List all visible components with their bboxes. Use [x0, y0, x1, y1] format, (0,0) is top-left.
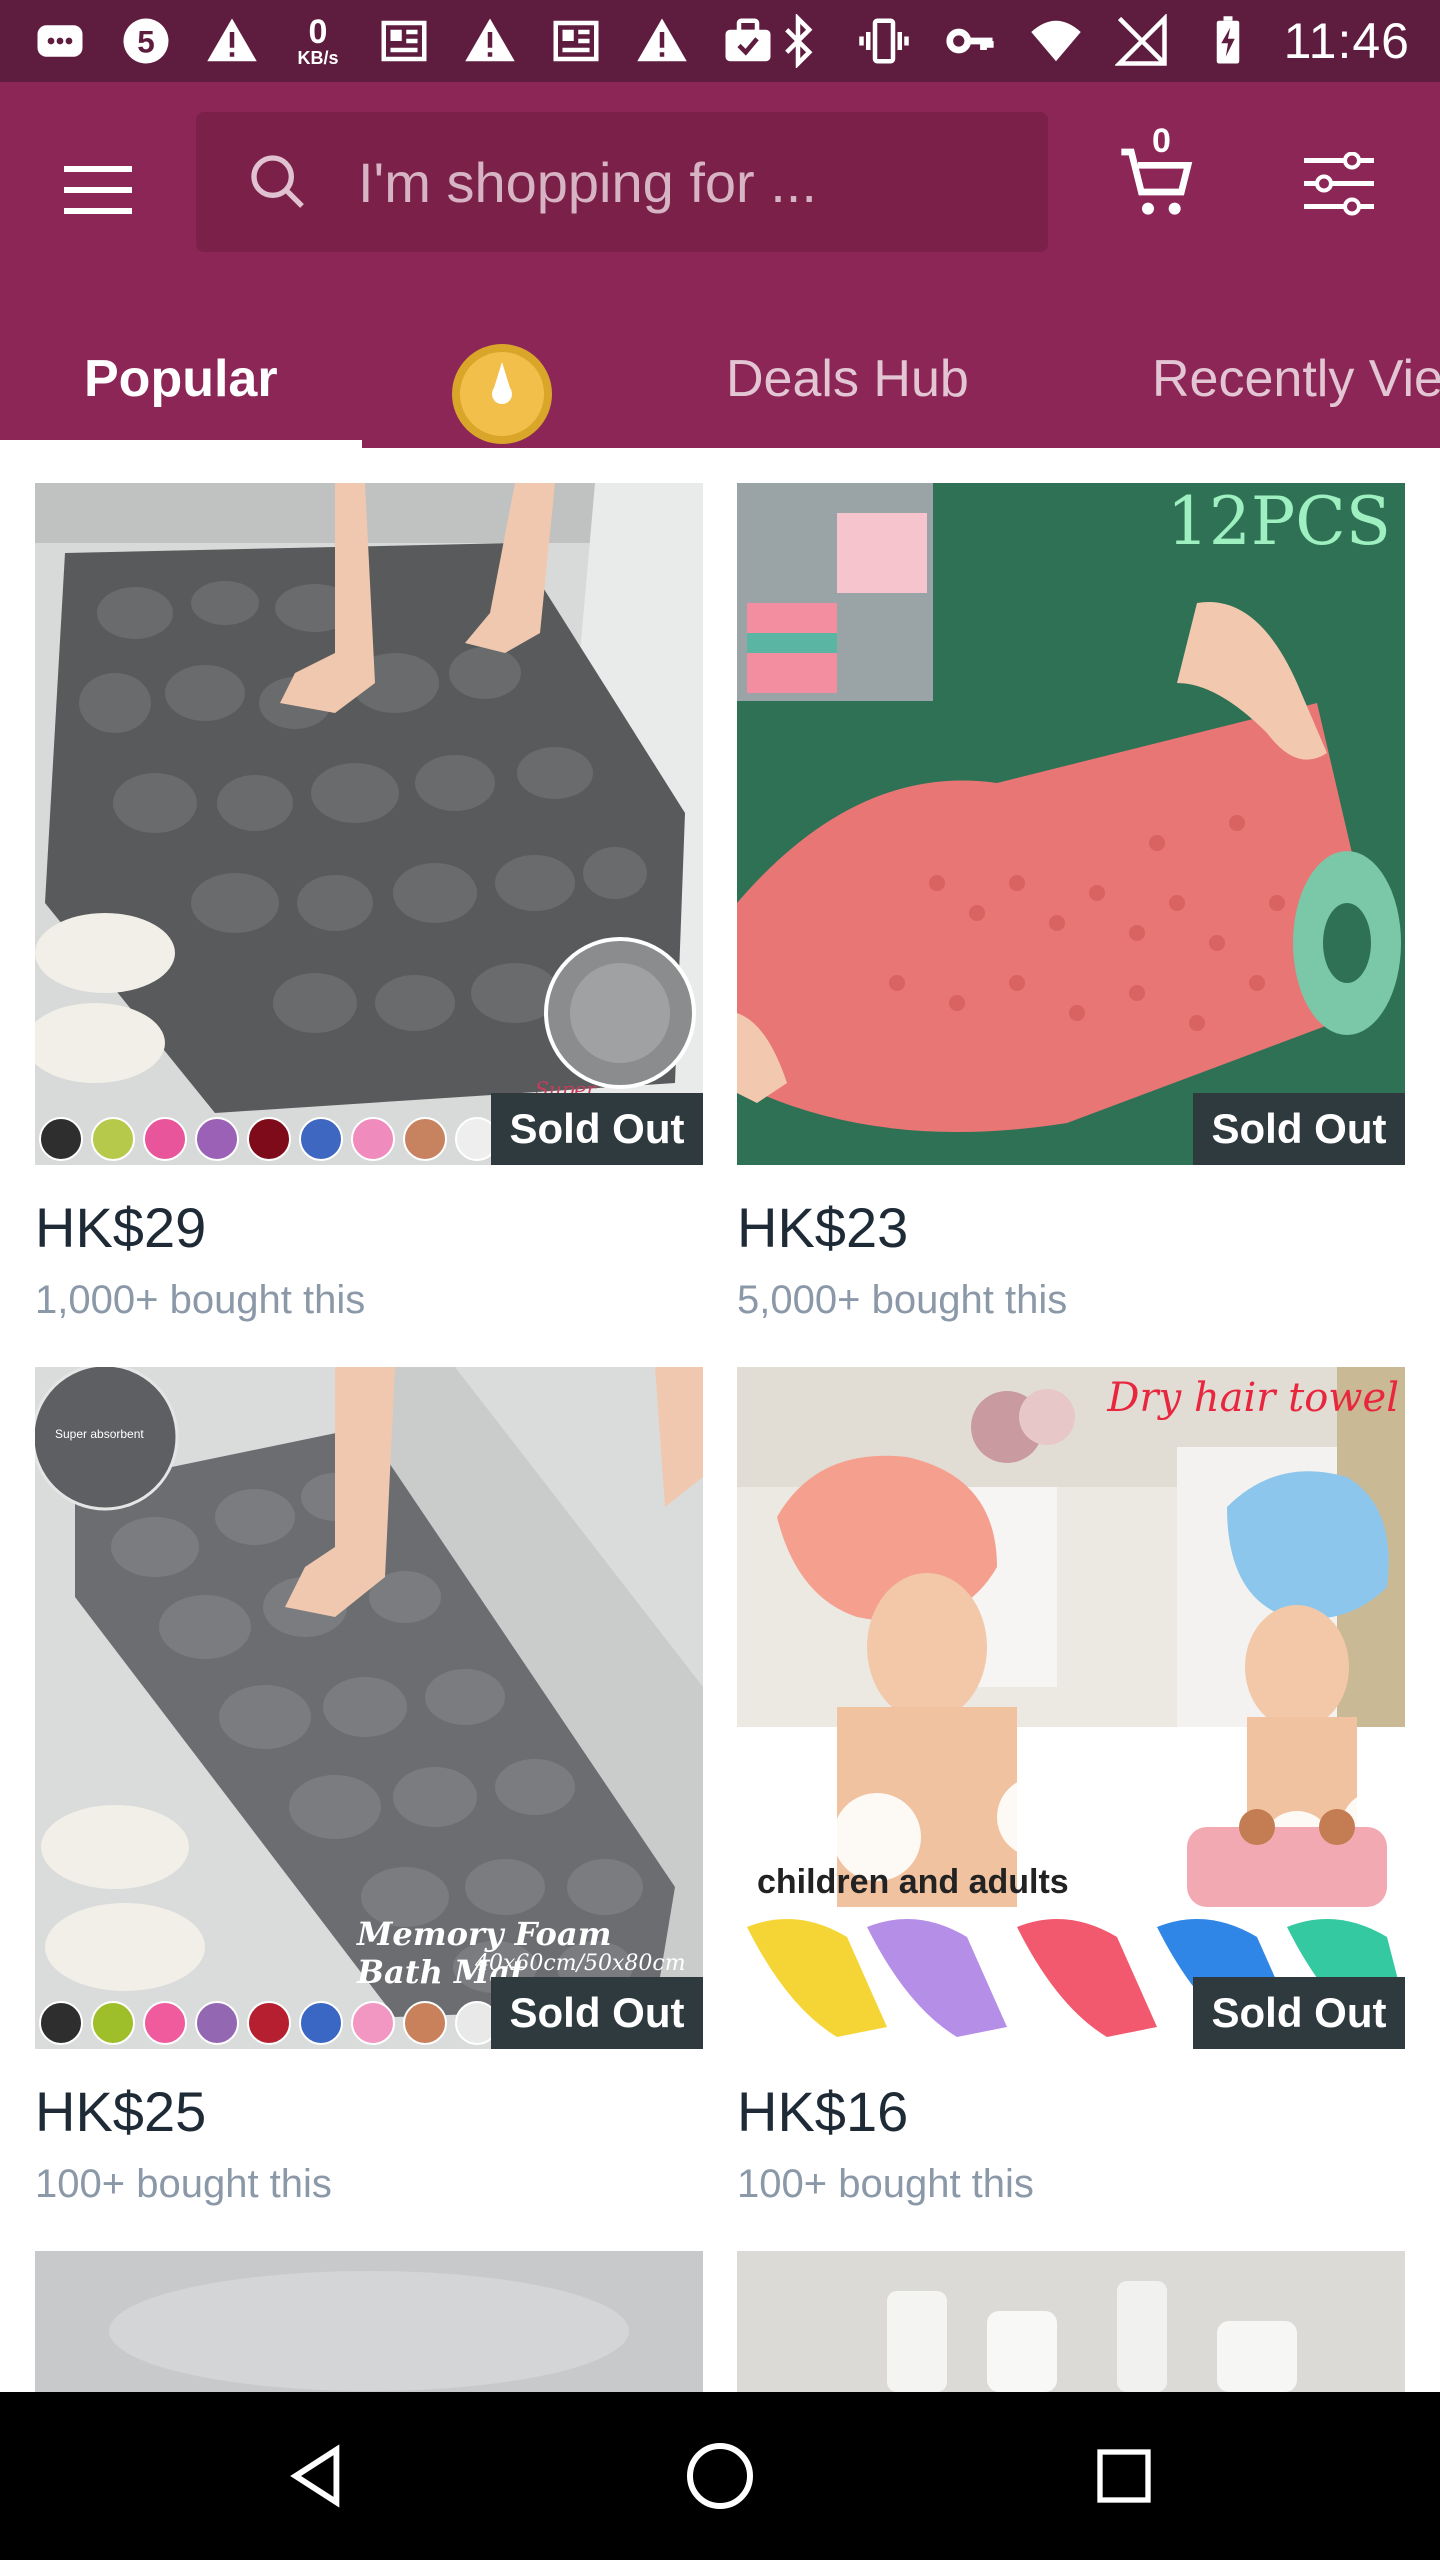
recents-button[interactable] — [1074, 2426, 1174, 2526]
color-swatch — [39, 1117, 83, 1161]
bought-count: 100+ bought this — [737, 2162, 1034, 2206]
color-swatch — [195, 1117, 239, 1161]
news-icon — [374, 12, 434, 70]
color-swatches — [39, 2001, 499, 2045]
product-price: HK$16 — [737, 2080, 909, 2143]
color-swatch — [143, 2001, 187, 2045]
vpn-key-icon — [940, 12, 1000, 70]
product-card[interactable] — [35, 2251, 703, 2392]
tab-deals-hub[interactable]: Deals Hub — [726, 310, 969, 448]
product-card[interactable]: 12PCS Sold Out HK$23 5,000+ bought this — [737, 483, 1405, 1323]
color-swatch — [351, 2001, 395, 2045]
sold-out-badge: Sold Out — [491, 1977, 703, 2049]
product-card[interactable]: Dry hair towel children and adults Sold … — [737, 1367, 1405, 2207]
network-speed-value: 0 — [308, 13, 328, 51]
coin-icon — [452, 344, 552, 444]
system-nav-bar — [0, 2392, 1440, 2560]
color-swatch — [247, 1117, 291, 1161]
search-input[interactable] — [358, 142, 1018, 222]
product-card[interactable] — [737, 2251, 1405, 2392]
image-subcaption: children and adults — [757, 1863, 1069, 1901]
color-swatch — [91, 2001, 135, 2045]
image-caption: Dry hair towel — [1107, 1375, 1399, 1421]
product-price: HK$25 — [35, 2080, 207, 2143]
product-image[interactable] — [35, 2251, 703, 2392]
image-caption: 12PCS — [1166, 483, 1391, 560]
product-image[interactable]: Super absorbent Sold Out — [35, 483, 703, 1165]
bath-mat-image — [35, 483, 703, 1165]
image-subcaption: 40x60cm/50x80cm — [475, 1951, 686, 1976]
warning-icon — [202, 12, 262, 70]
home-circle-icon — [687, 2443, 753, 2509]
color-swatch — [299, 2001, 343, 2045]
color-swatch — [351, 1117, 395, 1161]
color-swatches — [39, 1117, 499, 1161]
product-grid: Super absorbent Sold Out HK$29 1,000+ bo… — [0, 448, 1440, 2392]
product-price: HK$23 — [737, 1196, 909, 1259]
image-corner-caption: Super absorbent — [55, 1427, 144, 1441]
hair-towel-image — [737, 1367, 1405, 2049]
color-swatch — [403, 1117, 447, 1161]
warning-icon — [460, 12, 520, 70]
product-image[interactable]: Dry hair towel children and adults Sold … — [737, 1367, 1405, 2049]
color-swatch — [39, 2001, 83, 2045]
status-bar: 5 0 KB/s 11:46 — [0, 0, 1440, 82]
daily-coin-tab[interactable] — [450, 342, 554, 446]
network-speed-unit: KB/s — [297, 48, 339, 68]
cart-count-badge: 0 — [1152, 122, 1171, 160]
towel-roll-image — [737, 483, 1405, 1165]
back-button[interactable] — [266, 2426, 366, 2526]
product-thumbnail-image — [737, 2251, 1405, 2392]
no-signal-icon — [1112, 12, 1172, 70]
clock: 11:46 — [1283, 13, 1410, 69]
home-button[interactable] — [670, 2426, 770, 2526]
search-icon — [251, 155, 304, 208]
color-swatch — [143, 1117, 187, 1161]
color-swatch — [195, 2001, 239, 2045]
product-price: HK$29 — [35, 1196, 207, 1259]
cart-button[interactable]: 0 — [1108, 122, 1214, 234]
product-image[interactable] — [737, 2251, 1405, 2392]
product-card[interactable]: Super absorbent Memory Foam Bath Mat 40x… — [35, 1367, 703, 2207]
color-swatch — [403, 2001, 447, 2045]
product-card[interactable]: Super absorbent Sold Out HK$29 1,000+ bo… — [35, 483, 703, 1323]
tab-popular[interactable]: Popular — [84, 310, 278, 448]
recents-square-icon — [1097, 2449, 1151, 2503]
bluetooth-icon — [768, 12, 828, 70]
network-speed: 0 KB/s — [288, 12, 348, 70]
filter-button[interactable] — [1290, 138, 1390, 234]
back-triangle-icon — [290, 2444, 340, 2508]
product-image[interactable]: 12PCS Sold Out — [737, 483, 1405, 1165]
app-5-icon: 5 — [116, 12, 176, 70]
category-tabs: Popular Deals Hub Recently Vie — [0, 310, 1440, 448]
messages-icon — [30, 12, 90, 70]
sliders-icon — [1304, 152, 1374, 216]
sold-out-badge: Sold Out — [1193, 1977, 1405, 2049]
sold-out-badge: Sold Out — [1193, 1093, 1405, 1165]
warning-icon — [632, 12, 692, 70]
tab-recently-viewed[interactable]: Recently Vie — [1152, 310, 1440, 448]
svg-text:5: 5 — [137, 23, 155, 59]
search-bar[interactable] — [196, 112, 1048, 252]
color-swatch — [299, 1117, 343, 1161]
vibrate-icon — [854, 12, 914, 70]
sold-out-badge: Sold Out — [491, 1093, 703, 1165]
battery-charging-icon — [1198, 12, 1258, 70]
product-image[interactable]: Super absorbent Memory Foam Bath Mat 40x… — [35, 1367, 703, 2049]
menu-button[interactable] — [50, 142, 146, 238]
hamburger-icon — [64, 166, 132, 214]
color-swatch — [247, 2001, 291, 2045]
color-swatch — [91, 1117, 135, 1161]
news-icon — [546, 12, 606, 70]
app-header: 0 Popular Deals Hub Recently Vie — [0, 82, 1440, 448]
bought-count: 100+ bought this — [35, 2162, 332, 2206]
bought-count: 1,000+ bought this — [35, 1278, 366, 1322]
active-tab-indicator — [0, 440, 362, 448]
wifi-icon — [1026, 12, 1086, 70]
bought-count: 5,000+ bought this — [737, 1278, 1068, 1322]
product-thumbnail-image — [35, 2251, 703, 2392]
